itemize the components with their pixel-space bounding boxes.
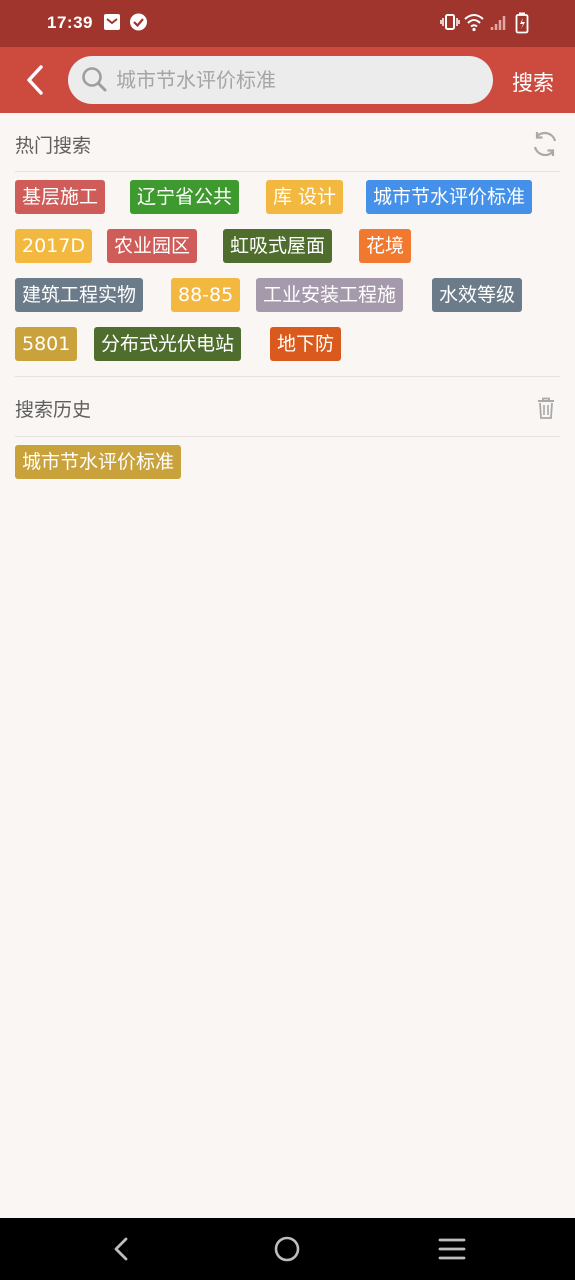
hot-tag[interactable]: 城市节水评价标准 bbox=[366, 180, 533, 214]
hot-tag[interactable]: 工业安装工程施 bbox=[256, 278, 404, 312]
divider bbox=[15, 376, 560, 377]
back-button[interactable] bbox=[20, 61, 54, 99]
hot-tag[interactable]: 辽宁省公共 bbox=[130, 180, 240, 214]
hot-search-title: 热门搜索 bbox=[15, 135, 92, 157]
navigation-bar bbox=[0, 1218, 575, 1280]
search-history-title: 搜索历史 bbox=[15, 399, 92, 421]
refresh-icon[interactable] bbox=[529, 128, 561, 164]
hot-tag[interactable]: 分布式光伏电站 bbox=[94, 327, 242, 361]
hot-tag[interactable]: 花境 bbox=[359, 229, 412, 263]
hot-tag[interactable]: 农业园区 bbox=[107, 229, 198, 263]
hot-tag[interactable]: 基层施工 bbox=[15, 180, 106, 214]
divider bbox=[15, 436, 560, 437]
trash-icon[interactable] bbox=[535, 396, 557, 424]
hot-tag[interactable]: 水效等级 bbox=[432, 278, 523, 312]
nav-menu-icon[interactable] bbox=[438, 1235, 466, 1267]
search-header: 搜索 bbox=[0, 47, 575, 113]
signal-icon bbox=[490, 12, 508, 36]
check-circle-icon bbox=[129, 12, 148, 36]
status-bar: 17:39 bbox=[0, 0, 575, 47]
search-icon bbox=[81, 66, 109, 98]
search-input[interactable] bbox=[116, 56, 476, 104]
hot-tag[interactable]: 5801 bbox=[15, 327, 78, 361]
divider bbox=[15, 171, 560, 172]
nav-home-icon[interactable] bbox=[273, 1235, 301, 1267]
mail-icon bbox=[103, 12, 121, 36]
status-time: 17:39 bbox=[47, 13, 93, 32]
wifi-icon bbox=[463, 12, 485, 36]
search-button[interactable]: 搜索 bbox=[512, 67, 554, 97]
hot-tag[interactable]: 88-85 bbox=[171, 278, 241, 312]
hot-tag[interactable]: 2017D bbox=[15, 229, 92, 263]
vibrate-icon bbox=[440, 12, 460, 36]
hot-tag[interactable]: 虹吸式屋面 bbox=[223, 229, 333, 263]
hot-tag[interactable]: 库 设计 bbox=[266, 180, 344, 214]
history-tag[interactable]: 城市节水评价标准 bbox=[15, 445, 182, 479]
hot-tag[interactable]: 建筑工程实物 bbox=[15, 278, 144, 312]
hot-tag[interactable]: 地下防 bbox=[270, 327, 342, 361]
battery-icon bbox=[515, 12, 529, 38]
nav-back-icon[interactable] bbox=[108, 1235, 136, 1267]
search-box[interactable] bbox=[68, 56, 493, 104]
